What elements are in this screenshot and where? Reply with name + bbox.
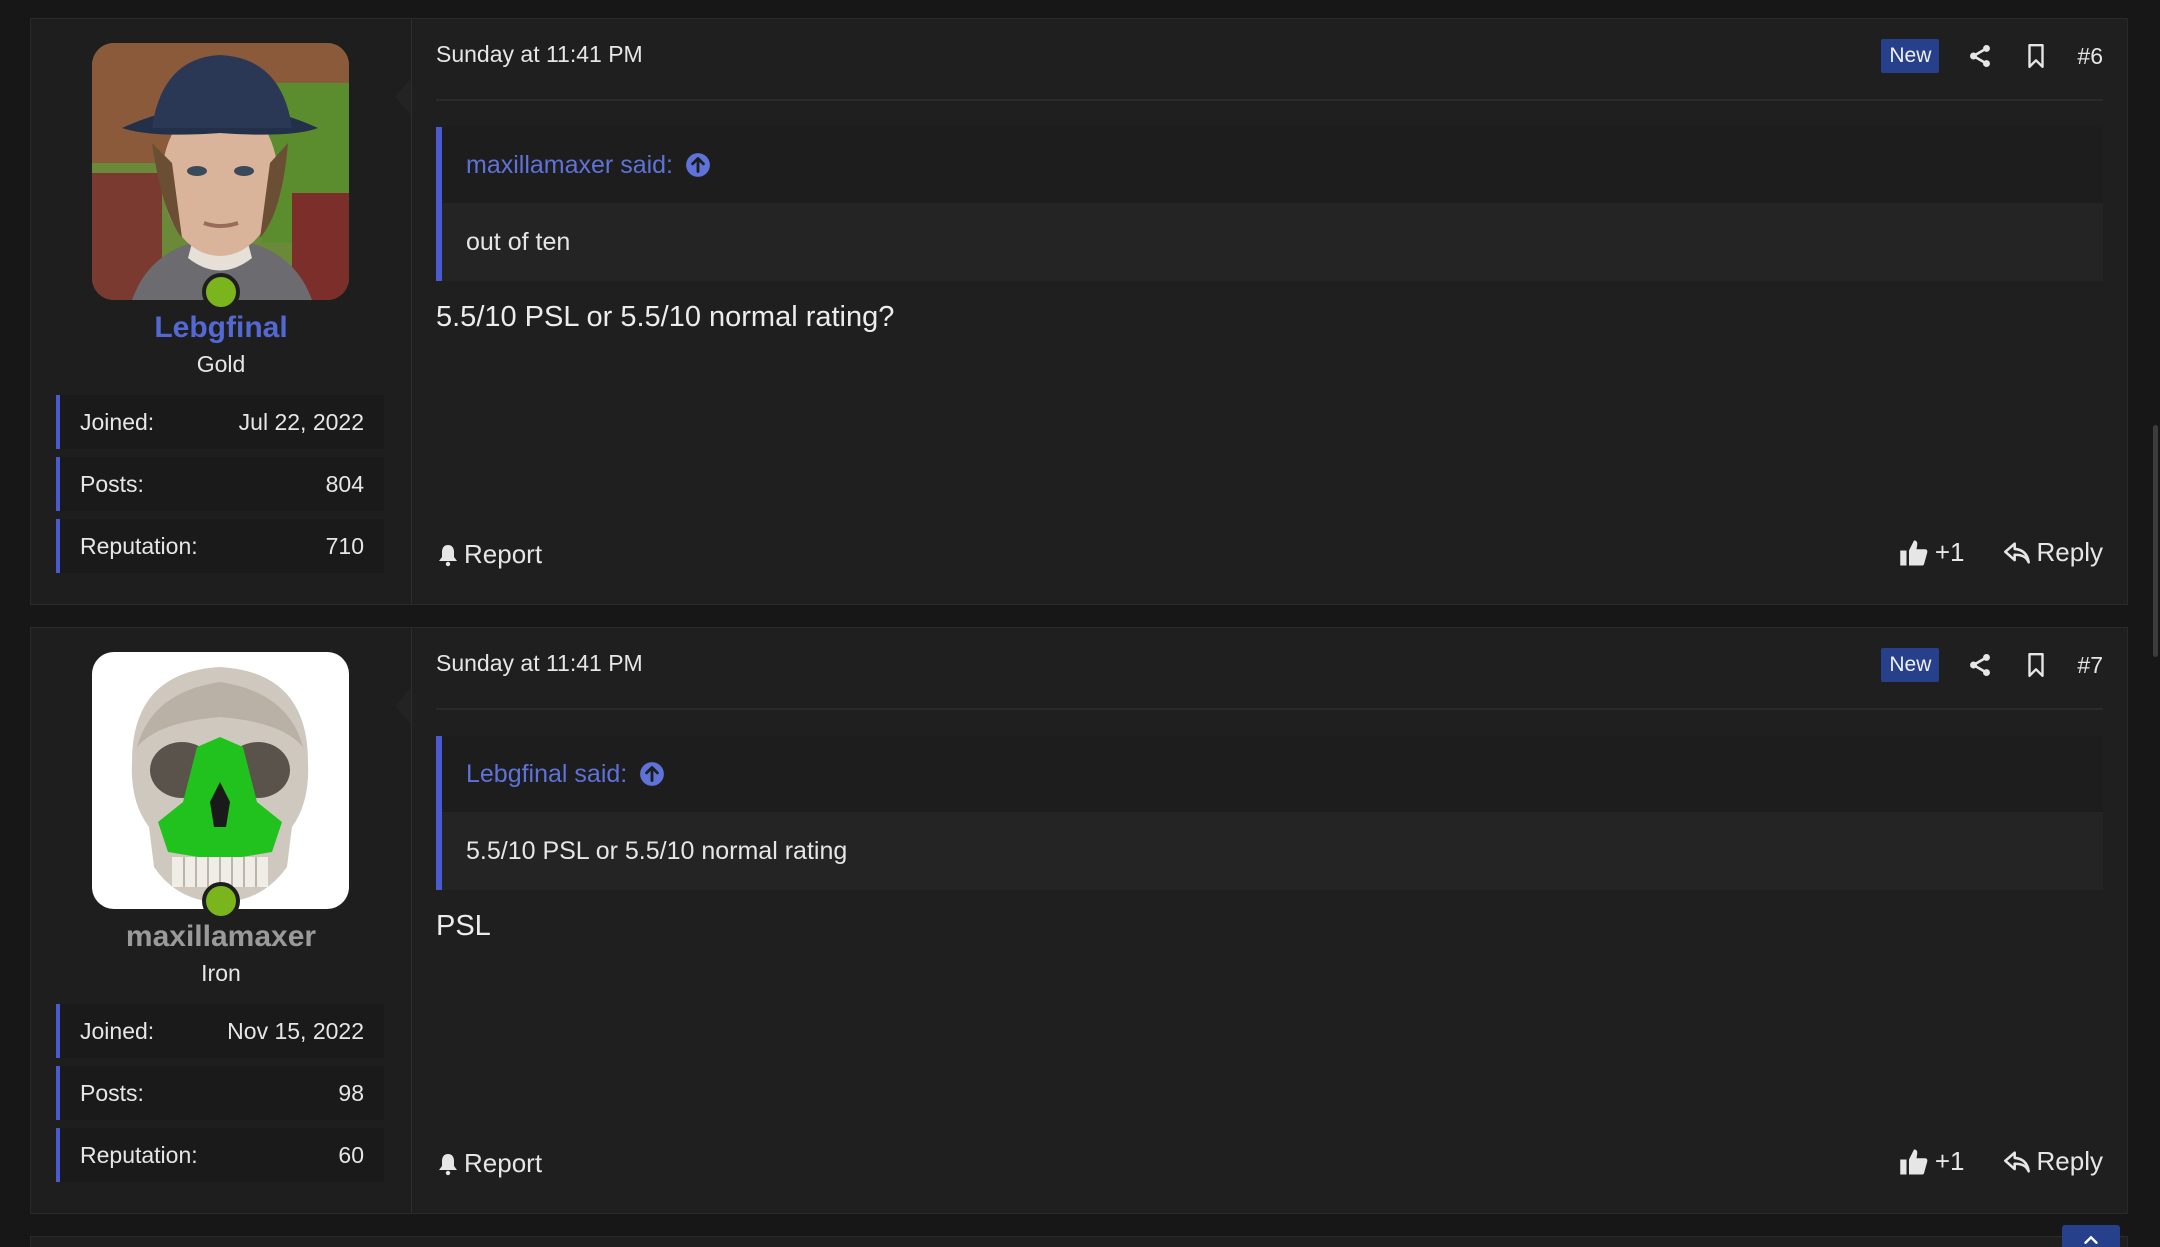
reply-label: Reply	[2036, 1146, 2103, 1176]
post-header-actions: New #6	[1881, 39, 2103, 73]
quote-text: out of ten	[442, 203, 2103, 281]
user-info-panel: Lebgfinal Gold Joined: Jul 22, 2022 Post…	[31, 19, 412, 604]
bookmark-icon[interactable]	[2021, 650, 2051, 680]
new-badge: New	[1881, 39, 1940, 73]
reaction-count: +1	[1934, 537, 1965, 567]
post-footer-actions: +1 Reply	[1899, 1146, 2103, 1177]
chevron-up-icon	[2084, 1235, 2098, 1244]
stat-reputation: Reputation: 60	[56, 1128, 384, 1182]
post-content: Sunday at 11:41 PM New #7 Lebgfinal said…	[412, 628, 2127, 1213]
avatar[interactable]	[92, 43, 349, 300]
stat-joined: Joined: Nov 15, 2022	[56, 1004, 384, 1058]
post-message: 5.5/10 PSL or 5.5/10 normal rating?	[436, 301, 895, 333]
reply-button[interactable]: Reply	[2003, 1146, 2103, 1177]
bell-icon	[439, 544, 457, 566]
post-header-actions: New #7	[1881, 648, 2103, 682]
reply-label: Reply	[2036, 537, 2103, 567]
stat-label: Joined:	[80, 408, 155, 435]
post-message: PSL	[436, 910, 491, 942]
share-icon[interactable]	[1965, 41, 1995, 71]
stat-label: Reputation:	[80, 1141, 198, 1168]
divider	[436, 99, 2103, 101]
avatar-photo-lebgfinal	[92, 43, 349, 300]
arrow-up-circle-icon[interactable]	[685, 152, 711, 178]
stat-label: Reputation:	[80, 532, 198, 559]
stat-value: Nov 15, 2022	[227, 1017, 364, 1044]
report-label: Report	[464, 539, 543, 569]
report-button[interactable]: Report	[436, 539, 542, 570]
post-footer-actions: +1 Reply	[1899, 537, 2103, 568]
quote-header[interactable]: Lebgfinal said:	[442, 736, 2103, 812]
stat-value: 804	[325, 470, 364, 497]
stat-label: Joined:	[80, 1017, 155, 1044]
quote-author[interactable]: maxillamaxer said:	[466, 151, 673, 180]
stat-label: Posts:	[80, 470, 144, 497]
post-arrow	[395, 688, 411, 724]
stat-posts: Posts: 98	[56, 1066, 384, 1120]
post-7: maxillamaxer Iron Joined: Nov 15, 2022 P…	[30, 627, 2128, 1214]
online-status-indicator	[202, 273, 240, 311]
post-6: Lebgfinal Gold Joined: Jul 22, 2022 Post…	[30, 18, 2128, 605]
stat-reputation: Reputation: 710	[56, 519, 384, 573]
bookmark-icon[interactable]	[2021, 41, 2051, 71]
reply-arrow-icon	[2003, 1150, 2030, 1173]
react-button[interactable]: +1	[1899, 1146, 1965, 1177]
stat-joined: Joined: Jul 22, 2022	[56, 395, 384, 449]
reaction-count: +1	[1934, 1146, 1965, 1176]
stat-value: 98	[338, 1079, 364, 1106]
username[interactable]: maxillamaxer	[31, 920, 411, 954]
quote-header[interactable]: maxillamaxer said:	[442, 127, 2103, 203]
report-button[interactable]: Report	[436, 1148, 542, 1179]
thumbs-up-icon	[1900, 1149, 1928, 1174]
stat-value: Jul 22, 2022	[238, 408, 364, 435]
user-rank: Gold	[196, 351, 246, 377]
stat-value: 60	[338, 1141, 364, 1168]
report-label: Report	[464, 1148, 543, 1178]
reply-arrow-icon	[2003, 541, 2030, 564]
quote-block: maxillamaxer said: out of ten	[436, 127, 2103, 281]
post-date[interactable]: Sunday at 11:41 PM	[436, 41, 643, 68]
react-button[interactable]: +1	[1899, 537, 1965, 568]
quote-block: Lebgfinal said: 5.5/10 PSL or 5.5/10 nor…	[436, 736, 2103, 890]
post-number[interactable]: #6	[2077, 43, 2103, 70]
arrow-up-circle-icon[interactable]	[639, 761, 665, 787]
post-arrow	[395, 79, 411, 115]
reply-button[interactable]: Reply	[2003, 537, 2103, 568]
user-info-panel: maxillamaxer Iron Joined: Nov 15, 2022 P…	[31, 628, 412, 1213]
next-post-edge	[30, 1236, 2128, 1247]
post-number[interactable]: #7	[2077, 652, 2103, 679]
scrollbar[interactable]	[2150, 0, 2160, 1247]
quote-text: 5.5/10 PSL or 5.5/10 normal rating	[442, 812, 2103, 890]
stat-value: 710	[325, 532, 364, 559]
stat-label: Posts:	[80, 1079, 144, 1106]
quote-author[interactable]: Lebgfinal said:	[466, 760, 627, 789]
user-rank: Iron	[201, 960, 241, 986]
bell-icon	[439, 1153, 457, 1175]
scrollbar-thumb[interactable]	[2153, 425, 2158, 657]
thumbs-up-icon	[1900, 540, 1928, 565]
new-badge: New	[1881, 648, 1940, 682]
username[interactable]: Lebgfinal	[31, 311, 411, 345]
divider	[436, 708, 2103, 710]
avatar[interactable]	[92, 652, 349, 909]
share-icon[interactable]	[1965, 650, 1995, 680]
post-content: Sunday at 11:41 PM New #6 maxillamaxer s…	[412, 19, 2127, 604]
post-date[interactable]: Sunday at 11:41 PM	[436, 650, 643, 677]
online-status-indicator	[202, 882, 240, 920]
stat-posts: Posts: 804	[56, 457, 384, 511]
avatar-skull-image	[92, 652, 349, 909]
scroll-to-top-button[interactable]	[2062, 1225, 2120, 1247]
thread-page: Lebgfinal Gold Joined: Jul 22, 2022 Post…	[0, 0, 2160, 1247]
